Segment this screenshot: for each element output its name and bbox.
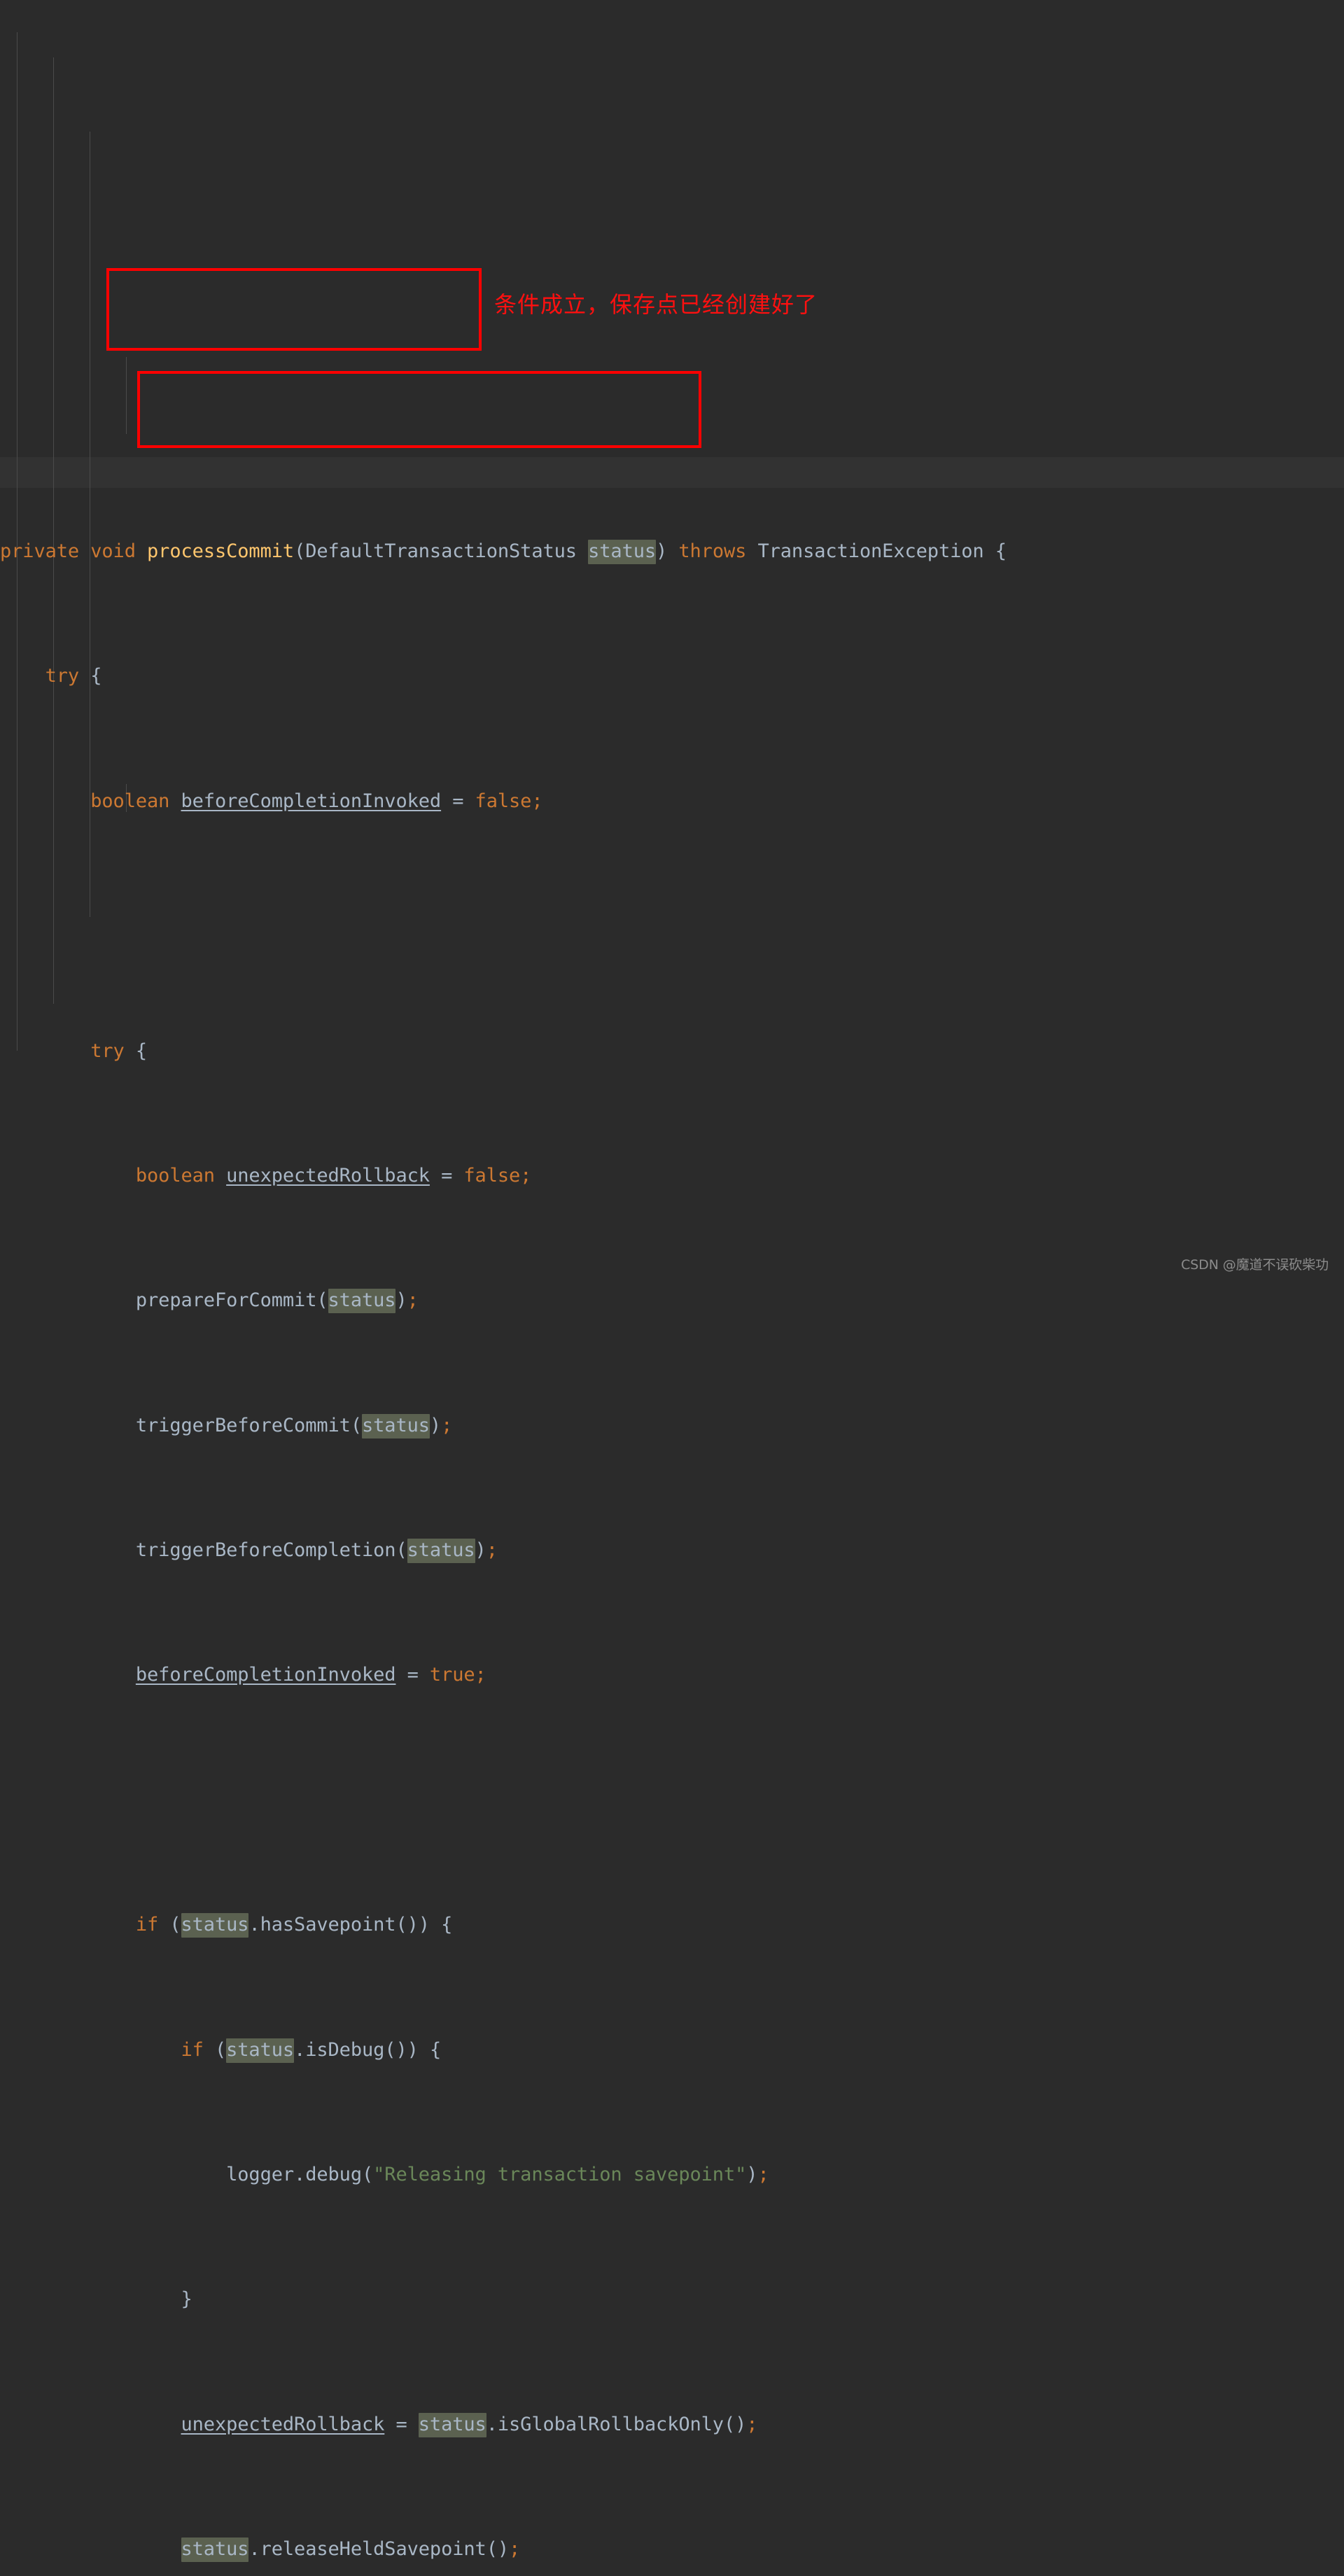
token-keyword-boolean: boolean [90,790,170,812]
code-line[interactable]: boolean beforeCompletionInvoked = false; [0,786,1344,818]
token-receiver-status: status [181,1913,249,1938]
token-dot: . [248,2538,260,2561]
token-var-before-completion: beforeCompletionInvoked [181,790,442,812]
token-brace: { [429,2038,442,2061]
token-semicolon: ; [407,1289,419,1312]
token-param-name: status [588,540,656,565]
token-call-is-global-rollback-only: isGlobalRollbackOnly [497,2413,724,2435]
token-keyword-private: private [0,540,80,563]
token-paren: () [723,2413,747,2435]
token-paren: ) [396,1289,407,1312]
token-paren: ( [396,1539,407,1562]
token-dot: . [486,2413,498,2435]
token-semicolon: ; [441,1414,453,1436]
code-line[interactable]: if (status.hasSavepoint()) { [0,1910,1344,1941]
token-paren: ) [656,540,668,563]
token-literal-false: false [475,790,532,812]
code-line[interactable]: prepareForCommit(status); [0,1285,1344,1317]
token-semicolon: ; [757,2163,769,2185]
token-paren: ) [429,1414,442,1436]
token-brace: { [90,665,102,687]
token-var-before-completion: beforeCompletionInvoked [135,1664,396,1686]
code-line[interactable]: boolean unexpectedRollback = false; [0,1161,1344,1192]
token-arg-status: status [407,1539,475,1564]
token-semicolon: ; [509,2538,521,2561]
token-literal-true: true [429,1664,475,1686]
token-paren: () [486,2538,510,2561]
token-keyword-boolean: boolean [135,1164,215,1186]
token-receiver-status: status [181,2538,249,2563]
token-paren: ) [746,2163,758,2185]
code-lines: private void processCommit(DefaultTransa… [0,437,1344,2576]
token-call-trigger-before-commit: triggerBeforeCommit [135,1414,351,1436]
code-line[interactable]: triggerBeforeCommit(status); [0,1410,1344,1442]
token-semicolon: ; [486,1539,498,1562]
token-keyword-try: try [90,1040,125,1062]
token-keyword-if: if [135,1914,159,1936]
token-assign: = [407,1664,419,1686]
token-logger-debug: logger.debug [226,2163,362,2185]
token-call-has-savepoint: hasSavepoint [260,1914,396,1936]
code-line[interactable]: } [0,2284,1344,2316]
token-keyword-if: if [181,2038,204,2061]
token-literal-false: false [463,1164,521,1186]
token-keyword-try: try [45,665,80,687]
code-line[interactable]: status.releaseHeldSavepoint(); [0,2534,1344,2566]
token-dot: . [294,2038,306,2061]
code-line[interactable]: private void processCommit(DefaultTransa… [0,536,1344,568]
token-semicolon: ; [520,1164,532,1186]
token-brace: } [181,2288,192,2311]
indent-guide-4 [126,357,127,434]
token-paren: ( [350,1414,362,1436]
token-receiver-status: status [418,2412,486,2437]
code-line[interactable]: try { [0,661,1344,692]
token-var-unexpected-rollback: unexpectedRollback [226,1164,430,1186]
token-brace: { [995,540,1007,563]
code-line[interactable]: unexpectedRollback = status.isGlobalRoll… [0,2409,1344,2441]
code-line[interactable]: triggerBeforeCompletion(status); [0,1535,1344,1567]
code-line[interactable]: try { [0,1036,1344,1068]
token-string-literal: "Releasing transaction savepoint" [373,2163,747,2185]
token-brace: { [441,1914,453,1936]
token-call-is-debug: isDebug [305,2038,385,2061]
token-semicolon: ; [746,2413,758,2435]
token-paren: ( [316,1289,328,1312]
token-assign: = [441,1164,453,1186]
annotation-box-savepoint-condition [106,268,482,351]
code-line[interactable]: beforeCompletionInvoked = true; [0,1660,1344,1691]
token-paren: ( [361,2163,374,2185]
token-paren: ( [169,1914,181,1936]
token-method-name: processCommit [147,540,295,563]
annotation-note-chinese: 条件成立，保存点已经创建好了 [494,291,818,318]
token-brace: { [135,1040,148,1062]
token-assign: = [452,790,464,812]
token-assign: = [396,2413,407,2435]
code-line[interactable]: if (status.isDebug()) { [0,2035,1344,2066]
code-editor-viewport[interactable]: private void processCommit(DefaultTransa… [0,0,1344,2563]
token-keyword-throws: throws [678,540,747,563]
token-keyword-void: void [90,540,136,563]
token-paren: ()) [396,1914,430,1936]
token-call-release-held-savepoint: releaseHeldSavepoint [260,2538,486,2561]
code-line[interactable]: logger.debug("Releasing transaction save… [0,2160,1344,2191]
token-paren: ( [214,2038,227,2061]
token-paren: ( [294,540,306,563]
token-param-type: DefaultTransactionStatus [305,540,577,563]
token-semicolon: ; [531,790,543,812]
watermark-label: CSDN @魔道不误砍柴功 [1181,1257,1329,1273]
token-paren: ) [475,1539,486,1562]
token-dot: . [248,1914,260,1936]
token-exception-type: TransactionException [757,540,984,563]
token-semicolon: ; [475,1664,486,1686]
token-receiver-status: status [226,2038,294,2063]
token-arg-status: status [361,1413,430,1438]
token-paren: ()) [384,2038,419,2061]
token-call-trigger-before-completion: triggerBeforeCompletion [135,1539,396,1562]
token-call-prepare-for-commit: prepareForCommit [135,1289,317,1312]
token-arg-status: status [328,1289,396,1314]
token-var-unexpected-rollback: unexpectedRollback [181,2413,385,2435]
